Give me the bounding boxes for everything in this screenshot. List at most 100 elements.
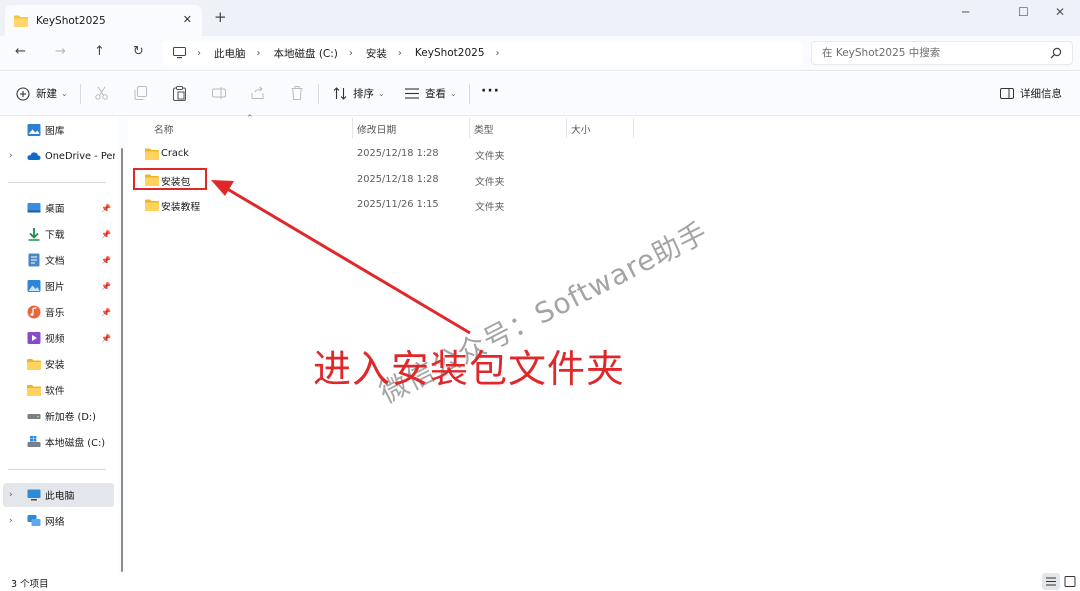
column-header-date[interactable]: 修改日期 [357, 122, 396, 136]
chevron-right-icon[interactable]: › [9, 490, 13, 500]
sort-button-label: 排序 [353, 88, 374, 100]
pin-icon[interactable]: 📌 [101, 204, 111, 213]
file-name: 安装教程 [161, 202, 201, 213]
details-pane-button[interactable]: 详细信息 [1000, 86, 1062, 101]
sidebar-item-label: 本地磁盘 (C:) [45, 438, 106, 449]
sidebar-item-music[interactable]: 音乐 📌 [0, 300, 114, 324]
pin-icon[interactable]: 📌 [101, 308, 111, 317]
sidebar-scrollbar[interactable] [118, 116, 128, 572]
delete-icon[interactable] [291, 86, 303, 100]
sidebar-item-label: OneDrive - Per [45, 150, 115, 162]
sidebar-item-onedrive[interactable]: › OneDrive - Per [0, 144, 115, 168]
video-icon [27, 332, 41, 344]
column-separator[interactable] [352, 118, 353, 138]
command-toolbar: 新建 ⌄ 排序 ⌄ 查看 ⌄ ··· 详细信息 [0, 72, 1080, 116]
tab-title: KeyShot2025 [36, 14, 106, 27]
sidebar-item-documents[interactable]: 文档 📌 [0, 248, 114, 272]
pin-icon[interactable]: 📌 [101, 230, 111, 239]
search-box[interactable] [811, 41, 1073, 65]
chevron-down-icon: ⌄ [61, 89, 68, 98]
download-icon [28, 228, 40, 241]
breadcrumb-local-disk-c[interactable]: 本地磁盘 (C:) [274, 46, 338, 61]
column-header-name[interactable]: 名称 [154, 122, 174, 136]
breadcrumb-separator[interactable]: › [257, 48, 261, 59]
drive-icon [27, 414, 41, 419]
breadcrumb-separator[interactable]: › [496, 48, 500, 59]
sidebar-item-software-folder[interactable]: 软件 [0, 378, 114, 402]
minimize-button[interactable]: ─ [962, 5, 969, 19]
close-window-button[interactable]: ✕ [1055, 5, 1065, 19]
breadcrumb-this-pc[interactable]: 此电脑 [214, 46, 246, 61]
toolbar-divider [469, 84, 470, 104]
address-bar[interactable]: › 此电脑 › 本地磁盘 (C:) › 安装 › KeyShot2025 › [163, 41, 803, 65]
pin-icon[interactable]: 📌 [101, 282, 111, 291]
view-button[interactable]: 查看 ⌄ [405, 86, 457, 101]
scrollbar-thumb[interactable] [121, 148, 123, 572]
more-options-button[interactable]: ··· [481, 83, 500, 99]
paste-icon[interactable] [173, 86, 186, 101]
column-separator[interactable] [566, 118, 567, 138]
navigation-bar: ← → ↑ ↻ › 此电脑 › 本地磁盘 (C:) › 安装 › KeyShot… [0, 36, 1080, 71]
column-separator[interactable] [469, 118, 470, 138]
breadcrumb-separator[interactable]: › [398, 48, 402, 59]
rename-icon[interactable] [212, 86, 226, 100]
folder-icon [14, 15, 28, 27]
sort-icon [333, 87, 347, 100]
onedrive-icon [27, 152, 41, 160]
details-view-button[interactable] [1042, 573, 1060, 590]
file-type: 文件夹 [475, 177, 505, 188]
table-row[interactable]: Crack 2025/12/18 1:28 文件夹 [133, 143, 563, 166]
close-tab-icon[interactable]: ✕ [183, 13, 192, 26]
file-type: 文件夹 [475, 202, 505, 213]
windows-drive-icon [27, 436, 41, 447]
sidebar-item-drive-d[interactable]: 新加卷 (D:) [0, 404, 114, 428]
file-date: 2025/12/18 1:28 [357, 174, 439, 185]
chevron-down-icon: ⌄ [378, 89, 385, 98]
breadcrumb-keyshot2025[interactable]: KeyShot2025 [415, 47, 485, 59]
new-button[interactable]: 新建 ⌄ [16, 86, 68, 101]
file-date: 2025/12/18 1:28 [357, 148, 439, 159]
maximize-button[interactable]: ☐ [1018, 5, 1029, 19]
chevron-right-icon[interactable]: › [9, 516, 13, 526]
up-arrow-icon[interactable]: ↑ [94, 44, 105, 59]
forward-arrow-icon[interactable]: → [55, 44, 66, 59]
view-button-label: 查看 [425, 88, 446, 100]
table-row[interactable]: 安装教程 2025/11/26 1:15 文件夹 [133, 194, 563, 217]
network-icon [27, 515, 41, 526]
new-button-label: 新建 [36, 88, 57, 100]
sidebar-item-desktop[interactable]: 桌面 📌 [0, 196, 114, 220]
cut-icon[interactable] [95, 86, 108, 100]
sidebar-item-install-folder[interactable]: 安装 [0, 352, 114, 376]
tab-bar: KeyShot2025 ✕ + ─ ☐ ✕ [0, 0, 1080, 36]
pin-icon[interactable]: 📌 [101, 334, 111, 343]
breadcrumb-separator[interactable]: › [349, 48, 353, 59]
sidebar-item-videos[interactable]: 视频 📌 [0, 326, 114, 350]
back-arrow-icon[interactable]: ← [15, 44, 26, 59]
column-separator[interactable] [633, 118, 634, 138]
refresh-icon[interactable]: ↻ [133, 44, 144, 59]
search-icon[interactable] [1050, 47, 1062, 59]
folder-icon [27, 385, 41, 396]
grid-view-icon [1064, 576, 1076, 587]
sort-button[interactable]: 排序 ⌄ [333, 86, 385, 101]
pin-icon[interactable]: 📌 [101, 256, 111, 265]
tab-keyshot2025[interactable]: KeyShot2025 ✕ [5, 5, 202, 36]
search-input[interactable] [822, 47, 1042, 59]
copy-icon[interactable] [134, 86, 147, 100]
sidebar-item-gallery[interactable]: 图库 [0, 118, 114, 142]
chevron-right-icon[interactable]: › [9, 151, 13, 161]
sidebar-item-label: 软件 [45, 386, 65, 397]
sidebar-item-pictures[interactable]: 图片 📌 [0, 274, 114, 298]
breadcrumb-install[interactable]: 安装 [366, 46, 387, 61]
sidebar-item-drive-c[interactable]: 本地磁盘 (C:) [0, 430, 114, 454]
tiles-view-button[interactable] [1061, 573, 1079, 590]
sidebar-item-this-pc[interactable]: › 此电脑 [3, 483, 114, 507]
sidebar-item-downloads[interactable]: 下载 📌 [0, 222, 114, 246]
share-icon[interactable] [251, 86, 265, 100]
column-header-size[interactable]: 大小 [571, 122, 591, 136]
sidebar-divider [8, 182, 106, 183]
column-header-type[interactable]: 类型 [474, 122, 494, 136]
new-tab-button[interactable]: + [214, 10, 227, 25]
sidebar-item-network[interactable]: › 网络 [0, 509, 114, 533]
status-bar: 3 个项目 [0, 572, 1080, 591]
